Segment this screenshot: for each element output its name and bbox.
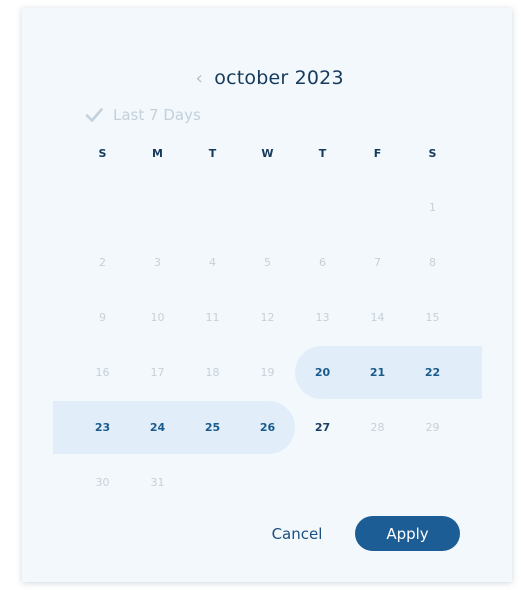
calendar-week-row: 1 (75, 180, 460, 235)
weekday-label: W (261, 147, 274, 160)
calendar-day-disabled: 5 (264, 256, 271, 269)
dialog-footer: Cancel Apply (22, 516, 512, 552)
calendar-day-disabled: 3 (154, 256, 161, 269)
calendar-header: ‹ october 2023 (22, 63, 512, 93)
calendar-day-disabled: 12 (260, 311, 275, 324)
calendar-week-row: 23 24 25 26 27 28 29 (75, 400, 460, 455)
calendar-day-disabled: 28 (370, 421, 385, 434)
calendar-day-disabled: 19 (260, 366, 275, 379)
calendar-day-selected[interactable]: 24 (130, 400, 185, 455)
weekday-label: S (98, 147, 107, 160)
calendar-empty-cell (350, 180, 405, 235)
calendar-week-row: 9 10 11 12 13 14 15 (75, 290, 460, 345)
calendar-empty-cell (130, 180, 185, 235)
calendar-day-disabled: 2 (99, 256, 106, 269)
calendar-empty-cell (185, 180, 240, 235)
calendar-empty-cell (75, 180, 130, 235)
date-picker-panel: ‹ october 2023 Last 7 Days S M T W T F S… (22, 8, 512, 582)
calendar-empty-cell (185, 455, 240, 510)
last-7-days-label: Last 7 Days (113, 106, 201, 124)
apply-button[interactable]: Apply (355, 516, 460, 551)
calendar-grid: 1 2 3 4 5 6 7 8 9 10 11 12 13 14 15 16 17 18 19 20 21 22 23 24 2… (53, 180, 482, 510)
weekday-label: M (152, 147, 163, 160)
chevron-left-icon[interactable]: ‹ (190, 67, 208, 89)
last-7-days-checkbox[interactable]: Last 7 Days (84, 104, 201, 126)
weekday-label: F (373, 147, 382, 160)
checkmark-icon (85, 108, 103, 122)
calendar-empty-cell (240, 180, 295, 235)
calendar-day-disabled: 11 (205, 311, 220, 324)
month-title: october 2023 (214, 67, 344, 89)
calendar-day-disabled: 31 (150, 476, 165, 489)
calendar-empty-cell (295, 180, 350, 235)
calendar-day-disabled: 1 (429, 201, 436, 214)
calendar-week-row: 2 3 4 5 6 7 8 (75, 235, 460, 290)
calendar-day-disabled: 29 (425, 421, 440, 434)
calendar-day-disabled: 7 (374, 256, 381, 269)
calendar-empty-cell (405, 455, 460, 510)
calendar-day-selected[interactable]: 25 (185, 400, 240, 455)
calendar-day-disabled: 18 (205, 366, 220, 379)
calendar-day-disabled: 6 (319, 256, 326, 269)
calendar-day-disabled: 13 (315, 311, 330, 324)
calendar-day-selected[interactable]: 26 (240, 400, 295, 455)
calendar-week-row: 30 31 (75, 455, 460, 510)
calendar-day-selected[interactable]: 21 (350, 345, 405, 400)
weekday-label: S (428, 147, 437, 160)
weekday-label: T (318, 147, 327, 160)
calendar-empty-cell (240, 455, 295, 510)
calendar-day-disabled: 15 (425, 311, 440, 324)
calendar-day[interactable]: 27 (295, 400, 350, 455)
calendar-day-disabled: 14 (370, 311, 385, 324)
weekday-header-row: S M T W T F S (75, 144, 460, 164)
cancel-button[interactable]: Cancel (258, 518, 336, 550)
calendar-day-selected[interactable]: 22 (405, 345, 460, 400)
calendar-day-selected[interactable]: 23 (75, 400, 130, 455)
weekday-label: T (208, 147, 217, 160)
calendar-empty-cell (295, 455, 350, 510)
calendar-empty-cell (350, 455, 405, 510)
calendar-week-row: 16 17 18 19 20 21 22 (75, 345, 460, 400)
calendar-day-disabled: 10 (150, 311, 165, 324)
calendar-day-disabled: 16 (95, 366, 110, 379)
calendar-day-disabled: 4 (209, 256, 216, 269)
calendar-day-disabled: 30 (95, 476, 110, 489)
calendar-day-disabled: 8 (429, 256, 436, 269)
calendar-day-selected[interactable]: 20 (295, 345, 350, 400)
calendar-day-disabled: 9 (99, 311, 106, 324)
calendar-day-disabled: 17 (150, 366, 165, 379)
